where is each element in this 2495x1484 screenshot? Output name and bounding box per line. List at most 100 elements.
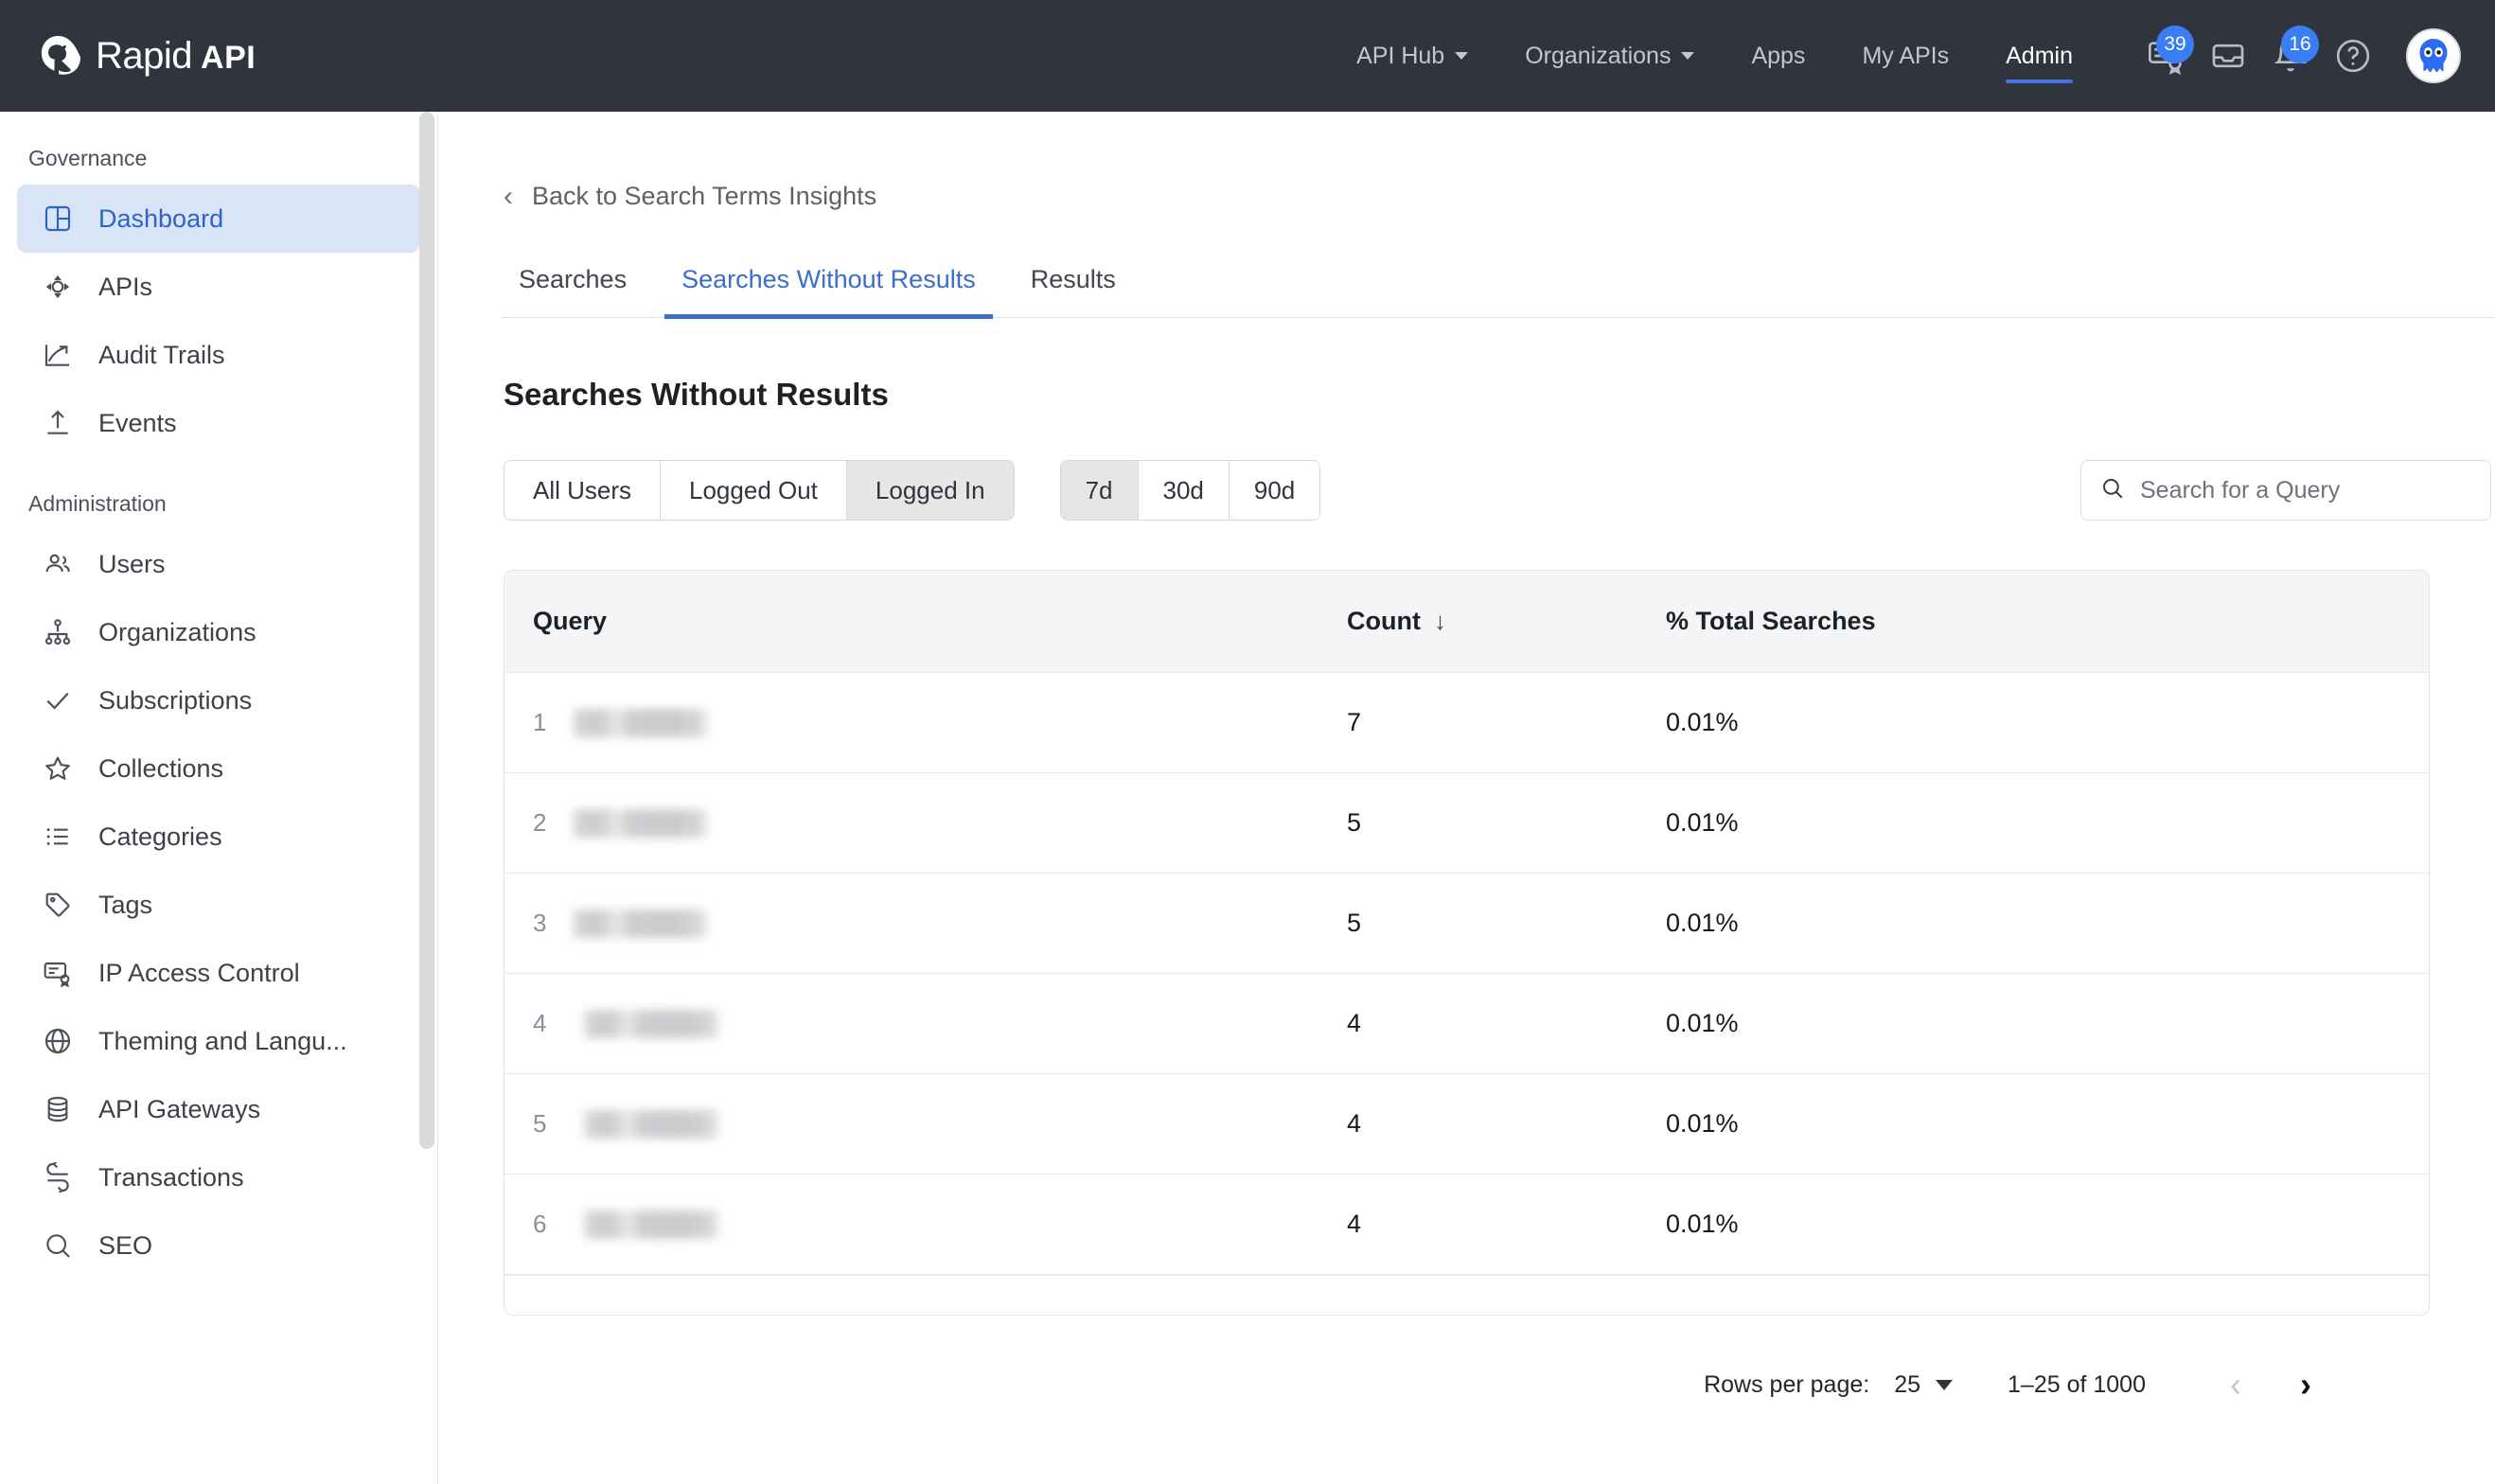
cell-query: 3 bbox=[504, 909, 1347, 938]
redacted-query-text bbox=[571, 909, 711, 938]
star-icon bbox=[42, 752, 74, 785]
previous-page-button[interactable]: ‹ bbox=[2203, 1352, 2269, 1418]
filter-range-30d[interactable]: 30d bbox=[1138, 461, 1230, 520]
sidebar-item-label: Subscriptions bbox=[98, 685, 253, 715]
sidebar-item-transactions[interactable]: Transactions bbox=[17, 1143, 420, 1211]
sidebar-item-label: APIs bbox=[98, 272, 153, 301]
column-header-count[interactable]: Count ↓ bbox=[1347, 607, 1664, 636]
back-link[interactable]: ‹ Back to Search Terms Insights bbox=[439, 112, 2495, 211]
cell-count: 5 bbox=[1347, 808, 1362, 837]
sidebar-item-label: Users bbox=[98, 549, 166, 578]
query-search-box[interactable] bbox=[2080, 460, 2491, 521]
upload-icon bbox=[42, 407, 74, 439]
avatar[interactable] bbox=[2406, 28, 2461, 83]
table-row[interactable]: 6 4 0.01% bbox=[504, 1175, 2429, 1275]
sidebar-item-label: Organizations bbox=[98, 617, 257, 646]
cell-query: 1 bbox=[504, 708, 1347, 737]
row-rank: 6 bbox=[533, 1210, 547, 1238]
filter-controls: All Users Logged Out Logged In 7d 30d 90… bbox=[504, 460, 2491, 521]
cell-pct: 0.01% bbox=[1666, 1009, 1739, 1037]
cell-count: 5 bbox=[1347, 909, 1362, 937]
redacted-query-text bbox=[571, 708, 711, 737]
main-content: ‹ Back to Search Terms Insights Searches… bbox=[439, 112, 2495, 1484]
nav-item-label: My APIs bbox=[1862, 42, 1950, 69]
column-header-label: % Total Searches bbox=[1666, 607, 1876, 635]
sidebar-item-audit-trails[interactable]: Audit Trails bbox=[17, 321, 420, 389]
filter-logged-out[interactable]: Logged Out bbox=[661, 461, 847, 520]
pagination: Rows per page: 25 1–25 of 1000 ‹ › bbox=[439, 1352, 2339, 1418]
column-header-query[interactable]: Query bbox=[504, 607, 1347, 636]
sidebar-item-collections[interactable]: Collections bbox=[17, 734, 420, 803]
table-row[interactable]: 2 5 0.01% bbox=[504, 773, 2429, 874]
table-header-row: Query Count ↓ % Total Searches bbox=[504, 571, 2429, 673]
sidebar-scrollbar[interactable] bbox=[419, 112, 434, 1149]
table-footer-spacer bbox=[504, 1275, 2429, 1315]
next-page-button[interactable]: › bbox=[2273, 1352, 2339, 1418]
brand-logo[interactable]: Rapid API bbox=[36, 34, 256, 79]
nav-item-admin[interactable]: Admin bbox=[1977, 0, 2101, 112]
filter-logged-in[interactable]: Logged In bbox=[846, 461, 1014, 520]
org-tree-icon bbox=[42, 616, 74, 648]
column-header-pct-total-searches[interactable]: % Total Searches bbox=[1664, 607, 2429, 636]
rapidapi-logo-icon bbox=[36, 34, 80, 79]
chevron-left-icon: ‹ bbox=[504, 180, 513, 212]
table-row[interactable]: 3 5 0.01% bbox=[504, 874, 2429, 974]
sidebar-item-theming-and-languages[interactable]: Theming and Langu... bbox=[17, 1007, 420, 1075]
cell-pct: 0.01% bbox=[1666, 1210, 1739, 1238]
rows-per-page-select[interactable]: 25 bbox=[1894, 1370, 1954, 1399]
column-header-label: Count bbox=[1347, 607, 1421, 635]
search-input[interactable] bbox=[2140, 476, 2452, 504]
sidebar-item-users[interactable]: Users bbox=[17, 530, 420, 598]
tab-searches[interactable]: Searches bbox=[502, 265, 644, 317]
sidebar-item-organizations[interactable]: Organizations bbox=[17, 598, 420, 666]
filter-label: All Users bbox=[533, 475, 632, 504]
cell-pct: 0.01% bbox=[1666, 808, 1739, 837]
nav-item-label: API Hub bbox=[1356, 42, 1445, 69]
user-filter-group: All Users Logged Out Logged In bbox=[504, 460, 1015, 521]
search-icon bbox=[2100, 476, 2125, 505]
filter-range-7d[interactable]: 7d bbox=[1060, 461, 1139, 520]
sidebar-item-categories[interactable]: Categories bbox=[17, 803, 420, 871]
filter-label: Logged In bbox=[875, 475, 985, 504]
search-icon bbox=[42, 1229, 74, 1262]
filter-label: 7d bbox=[1085, 475, 1113, 504]
row-rank: 2 bbox=[533, 808, 547, 837]
tab-searches-without-results[interactable]: Searches Without Results bbox=[664, 265, 993, 319]
row-rank: 3 bbox=[533, 909, 547, 937]
sidebar-item-dashboard[interactable]: Dashboard bbox=[17, 185, 420, 253]
sidebar-item-seo[interactable]: SEO bbox=[17, 1211, 420, 1280]
sidebar-item-ip-access-control[interactable]: IP Access Control bbox=[17, 939, 420, 1007]
sidebar-item-label: Theming and Langu... bbox=[98, 1026, 347, 1055]
tab-label: Results bbox=[1030, 265, 1116, 293]
back-link-label: Back to Search Terms Insights bbox=[532, 182, 877, 210]
refresh-icon bbox=[42, 1161, 74, 1193]
sidebar-item-label: SEO bbox=[98, 1230, 153, 1260]
help-button[interactable] bbox=[2327, 29, 2380, 82]
top-nav-icon-group: 39 16 bbox=[2139, 26, 2461, 83]
filter-all-users[interactable]: All Users bbox=[504, 461, 662, 520]
certificate-button[interactable]: 39 bbox=[2139, 26, 2194, 82]
redacted-query-text bbox=[582, 1210, 722, 1239]
nav-item-api-hub[interactable]: API Hub bbox=[1328, 0, 1496, 112]
inbox-button[interactable] bbox=[2202, 29, 2255, 82]
filter-range-90d[interactable]: 90d bbox=[1229, 461, 1320, 520]
tab-results[interactable]: Results bbox=[1014, 265, 1133, 317]
nav-item-organizations[interactable]: Organizations bbox=[1496, 0, 1723, 112]
notifications-button[interactable]: 16 bbox=[2264, 26, 2319, 82]
nav-item-apps[interactable]: Apps bbox=[1723, 0, 1833, 112]
sidebar-item-label: Collections bbox=[98, 753, 224, 783]
rows-per-page-value: 25 bbox=[1894, 1370, 1921, 1398]
nav-item-my-apis[interactable]: My APIs bbox=[1833, 0, 1977, 112]
sidebar-item-tags[interactable]: Tags bbox=[17, 871, 420, 939]
table-row[interactable]: 4 4 0.01% bbox=[504, 974, 2429, 1074]
table-row[interactable]: 1 7 0.01% bbox=[504, 673, 2429, 773]
sidebar-item-subscriptions[interactable]: Subscriptions bbox=[17, 666, 420, 734]
cell-count: 4 bbox=[1347, 1009, 1362, 1037]
sidebar-item-events[interactable]: Events bbox=[17, 389, 420, 457]
table-row[interactable]: 5 4 0.01% bbox=[504, 1074, 2429, 1175]
cell-pct: 0.01% bbox=[1666, 909, 1739, 937]
sidebar-item-apis[interactable]: APIs bbox=[17, 253, 420, 321]
sidebar-item-api-gateways[interactable]: API Gateways bbox=[17, 1075, 420, 1143]
octopus-avatar-icon bbox=[2409, 31, 2458, 80]
filter-label: 90d bbox=[1253, 475, 1296, 504]
